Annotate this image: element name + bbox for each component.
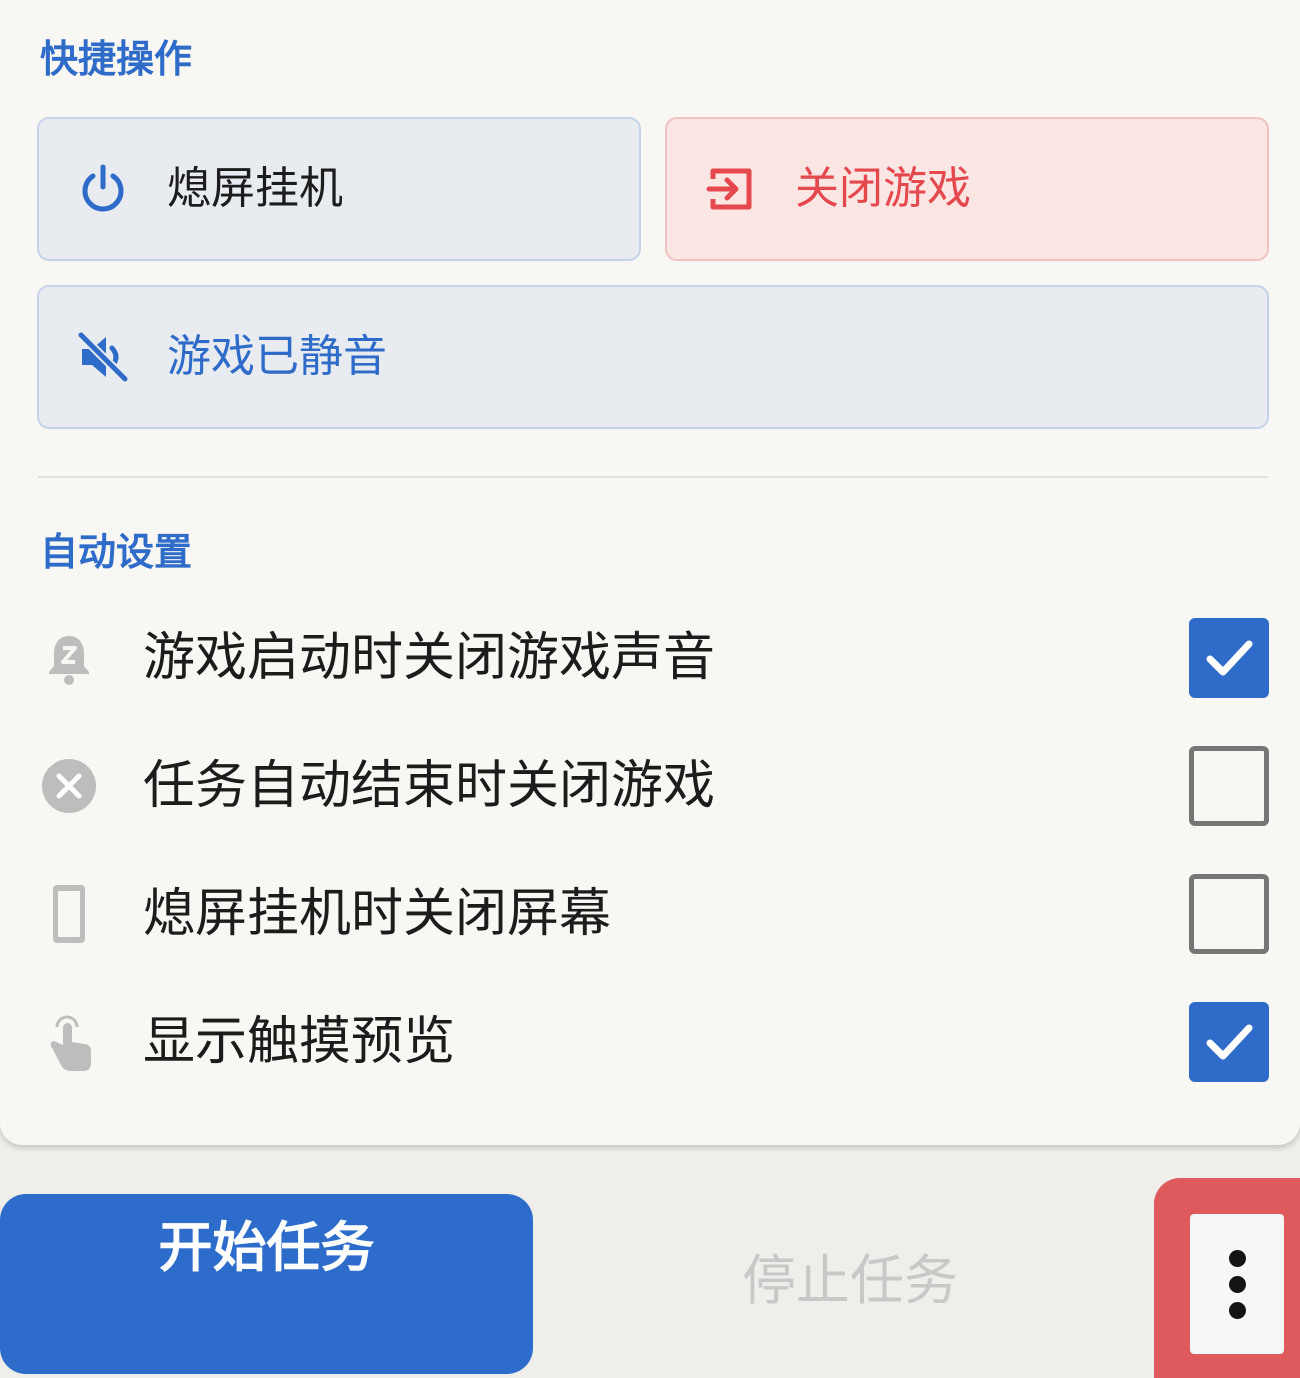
close-game-button[interactable]: 关闭游戏 bbox=[665, 117, 1269, 261]
power-icon bbox=[75, 161, 131, 217]
start-task-label: 开始任务 bbox=[158, 1215, 375, 1279]
mute-game-button[interactable]: 游戏已静音 bbox=[37, 285, 1269, 429]
more-button-highlight bbox=[1154, 1178, 1300, 1378]
mute-game-label: 游戏已静音 bbox=[167, 331, 387, 382]
checkbox-unchecked[interactable] bbox=[1189, 874, 1269, 954]
bell-sleep-icon bbox=[38, 627, 100, 689]
screen-off-label: 熄屏挂机 bbox=[167, 163, 343, 214]
close-game-label: 关闭游戏 bbox=[795, 163, 971, 214]
setting-row-mute-on-launch[interactable]: 游戏启动时关闭游戏声音 bbox=[0, 608, 1300, 708]
settings-panel: 快捷操作 熄屏挂机 关闭游戏 游戏已静音 自动设置 游戏启动时关闭游戏声音 任务… bbox=[0, 0, 1300, 1145]
stop-task-label: 停止任务 bbox=[742, 1248, 958, 1312]
setting-label: 显示触摸预览 bbox=[143, 1012, 456, 1072]
checkmark-icon bbox=[1206, 640, 1253, 676]
phone-icon bbox=[38, 883, 100, 945]
setting-row-touch-preview[interactable]: 显示触摸预览 bbox=[0, 992, 1300, 1092]
auto-settings-title: 自动设置 bbox=[40, 530, 193, 574]
more-vertical-icon bbox=[1228, 1249, 1246, 1267]
setting-row-close-on-finish[interactable]: 任务自动结束时关闭游戏 bbox=[0, 736, 1300, 836]
setting-label: 任务自动结束时关闭游戏 bbox=[143, 756, 716, 816]
volume-off-icon bbox=[75, 329, 131, 385]
close-circle-icon bbox=[38, 755, 100, 817]
stop-task-button[interactable]: 停止任务 bbox=[700, 1240, 1000, 1312]
touch-icon bbox=[38, 1011, 100, 1073]
setting-label: 熄屏挂机时关闭屏幕 bbox=[143, 884, 612, 944]
setting-row-screen-off[interactable]: 熄屏挂机时关闭屏幕 bbox=[0, 864, 1300, 964]
start-task-button[interactable]: 开始任务 bbox=[0, 1194, 533, 1374]
checkbox-checked[interactable] bbox=[1189, 1002, 1269, 1082]
setting-label: 游戏启动时关闭游戏声音 bbox=[143, 628, 716, 688]
checkmark-icon bbox=[1206, 1024, 1253, 1060]
checkbox-unchecked[interactable] bbox=[1189, 746, 1269, 826]
quick-actions-title: 快捷操作 bbox=[40, 37, 193, 81]
more-options-button[interactable] bbox=[1190, 1214, 1284, 1354]
section-divider bbox=[38, 476, 1268, 478]
checkbox-checked[interactable] bbox=[1189, 618, 1269, 698]
screen-off-button[interactable]: 熄屏挂机 bbox=[37, 117, 641, 261]
exit-icon bbox=[703, 161, 759, 217]
